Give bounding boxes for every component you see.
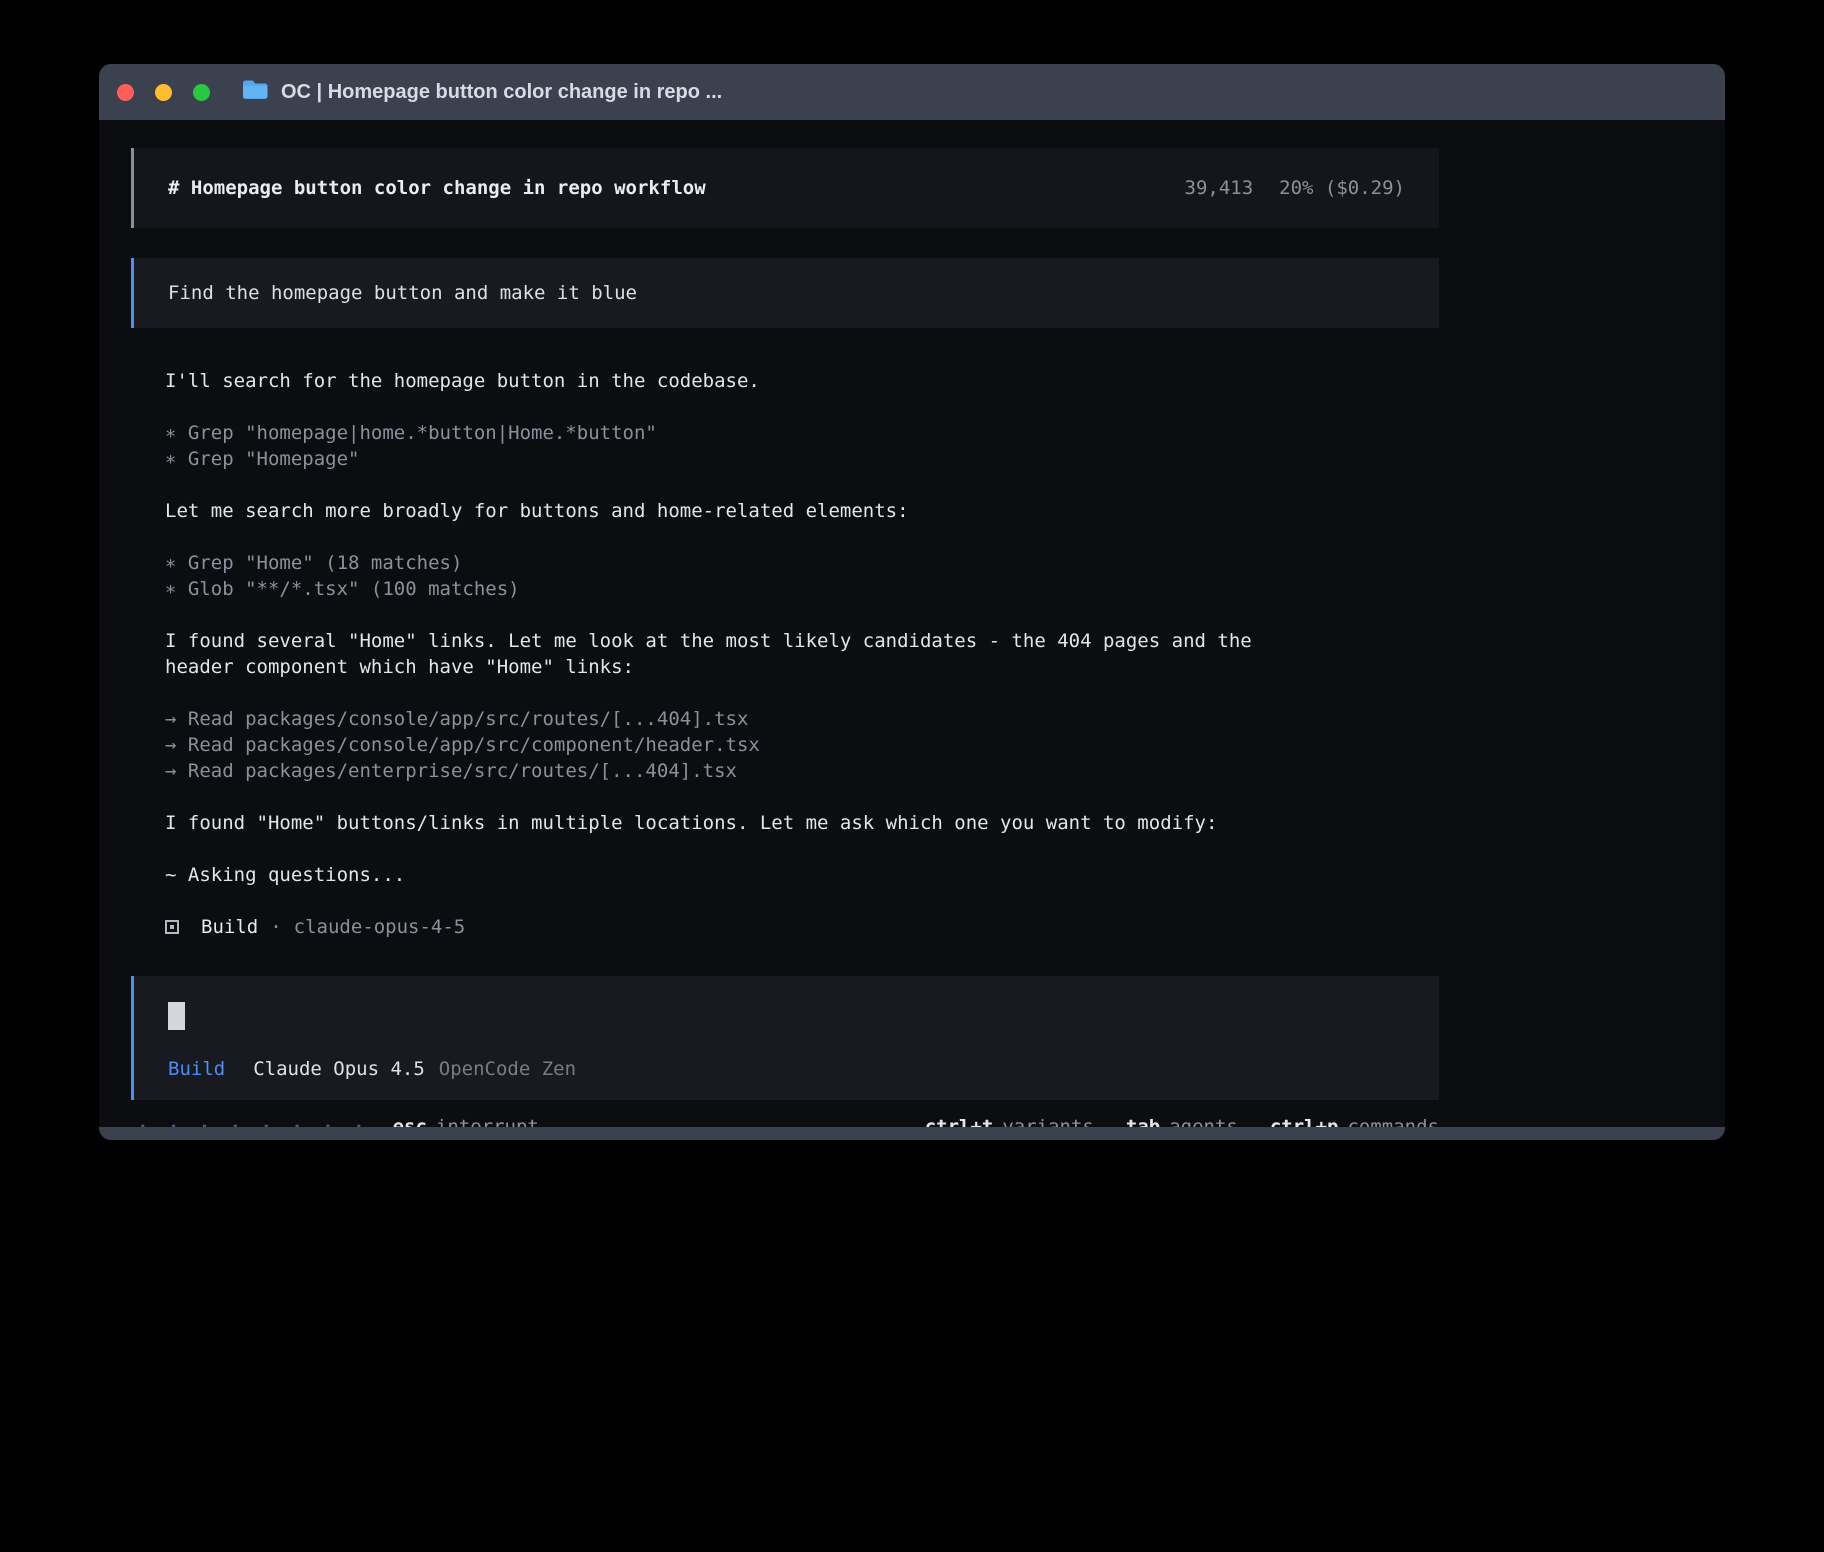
agent-name: Build <box>201 914 258 940</box>
close-button[interactable] <box>117 84 134 101</box>
context-usage: 20% ($0.29) <box>1279 175 1405 201</box>
tool-call-line: → Read packages/enterprise/src/routes/[.… <box>165 758 1315 784</box>
assistant-text-line: I'll search for the homepage button in t… <box>165 368 1315 394</box>
conversation-block-tool-call: ∗ Grep "homepage|home.*button|Home.*butt… <box>165 420 1439 472</box>
prompt-input[interactable]: Build Claude Opus 4.5 OpenCode Zen <box>131 976 1439 1100</box>
session-title: # Homepage button color change in repo w… <box>168 175 706 201</box>
progress-dots: · · · · · · · · <box>137 1114 369 1140</box>
esc-key-label: esc <box>393 1116 427 1138</box>
conversation-block-agent-row: Build · claude-opus-4-5 <box>165 914 1439 940</box>
tool-call-line: ∗ Grep "Homepage" <box>165 446 1315 472</box>
window-title: OC | Homepage button color change in rep… <box>281 81 722 104</box>
tool-call-line: → Read packages/console/app/src/routes/[… <box>165 706 1315 732</box>
agent-separator: · <box>270 914 281 940</box>
tool-call-line: → Read packages/console/app/src/componen… <box>165 732 1315 758</box>
titlebar: OC | Homepage button color change in rep… <box>99 64 1725 120</box>
hint-interrupt: esc interrupt <box>393 1114 539 1140</box>
hint-commands: ctrl+p commands <box>1270 1114 1439 1140</box>
conversation-block-assistant-text: I found several "Home" links. Let me loo… <box>165 628 1439 680</box>
minimize-button[interactable] <box>155 84 172 101</box>
conversation-block-assistant-text: I'll search for the homepage button in t… <box>165 368 1439 394</box>
status-bar: · · · · · · · · esc interrupt ctrl+t varia… <box>131 1114 1439 1140</box>
prompt-provider-name: OpenCode Zen <box>439 1056 576 1082</box>
prompt-meta: Build Claude Opus 4.5 OpenCode Zen <box>168 1056 1405 1082</box>
tool-call-line: ∗ Grep "Home" (18 matches) <box>165 550 1315 576</box>
window-controls <box>117 84 210 101</box>
session-header: # Homepage button color change in repo w… <box>131 148 1439 228</box>
commands-label: commands <box>1347 1116 1439 1138</box>
prompt-model-name: Claude Opus 4.5 <box>253 1056 425 1082</box>
conversation-block-tool-call: → Read packages/console/app/src/routes/[… <box>165 706 1439 784</box>
conversation-block-assistant-text: Let me search more broadly for buttons a… <box>165 498 1439 524</box>
tool-call-line: ∗ Glob "**/*.tsx" (100 matches) <box>165 576 1315 602</box>
status-text-line: ~ Asking questions... <box>165 862 1315 888</box>
user-message-text: Find the homepage button and make it blu… <box>168 280 637 306</box>
status-bar-right: ctrl+t variants tab agents ctrl+p commands <box>925 1114 1439 1140</box>
hint-variants: ctrl+t variants <box>925 1114 1094 1140</box>
title-group: OC | Homepage button color change in rep… <box>242 79 722 105</box>
status-bar-left: · · · · · · · · esc interrupt <box>137 1114 539 1140</box>
assistant-text-line: I found several "Home" links. Let me loo… <box>165 628 1315 680</box>
text-cursor <box>168 1002 185 1030</box>
conversation-block-tool-call: ∗ Grep "Home" (18 matches)∗ Glob "**/*.t… <box>165 550 1439 602</box>
conversation: I'll search for the homepage button in t… <box>131 368 1439 940</box>
terminal-content: # Homepage button color change in repo w… <box>99 120 1725 1140</box>
tool-call-line: ∗ Grep "homepage|home.*button|Home.*butt… <box>165 420 1315 446</box>
agent-build-icon <box>165 920 179 934</box>
assistant-text-line: Let me search more broadly for buttons a… <box>165 498 1315 524</box>
ctrl-p-key-label: ctrl+p <box>1270 1116 1339 1138</box>
agent-model: claude-opus-4-5 <box>294 914 466 940</box>
assistant-text-line: I found "Home" buttons/links in multiple… <box>165 810 1315 836</box>
session-meta: 39,413 20% ($0.29) <box>1185 175 1405 201</box>
variants-label: variants <box>1002 1116 1094 1138</box>
hint-agents: tab agents <box>1126 1114 1238 1140</box>
prompt-agent-name: Build <box>168 1056 225 1082</box>
tab-key-label: tab <box>1126 1116 1160 1138</box>
agents-label: agents <box>1169 1116 1238 1138</box>
zoom-button[interactable] <box>193 84 210 101</box>
conversation-block-status-text: ~ Asking questions... <box>165 862 1439 888</box>
token-count: 39,413 <box>1185 175 1254 201</box>
user-message: Find the homepage button and make it blu… <box>131 258 1439 328</box>
ctrl-t-key-label: ctrl+t <box>925 1116 994 1138</box>
interrupt-label: interrupt <box>436 1116 539 1138</box>
terminal-window: OC | Homepage button color change in rep… <box>99 64 1725 1140</box>
conversation-block-assistant-text: I found "Home" buttons/links in multiple… <box>165 810 1439 836</box>
folder-icon <box>242 79 268 105</box>
